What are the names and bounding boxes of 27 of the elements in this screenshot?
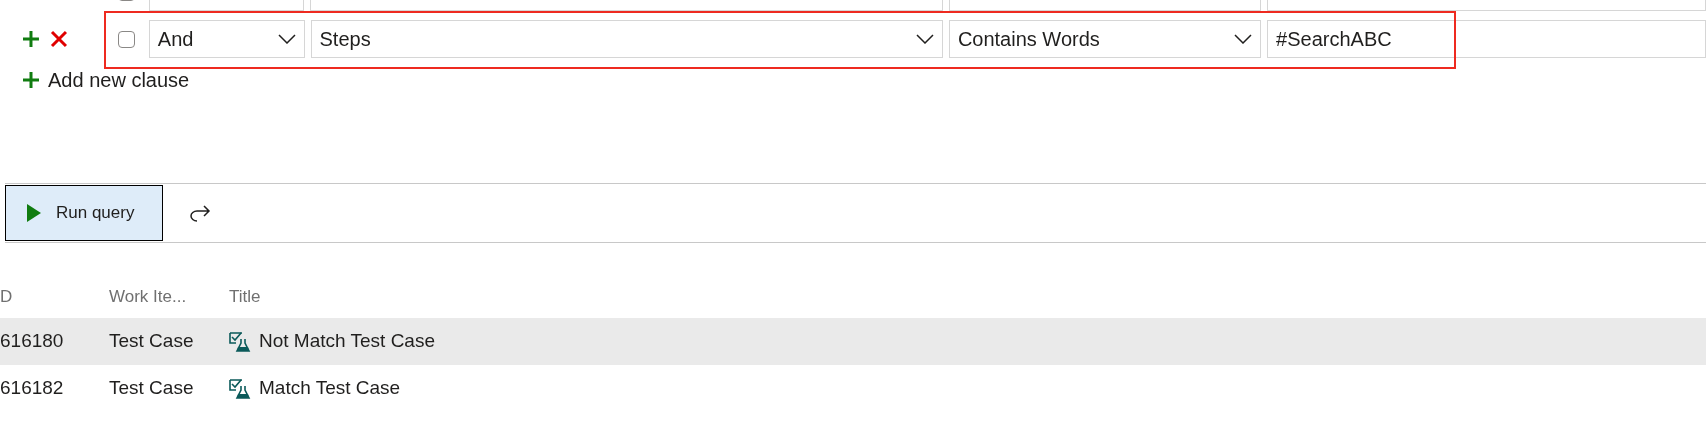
close-icon[interactable]	[49, 30, 68, 48]
table-cell-text: 616182	[0, 376, 65, 401]
chevron-down-icon	[277, 34, 296, 44]
operator-dropdown[interactable]: Contains Words	[948, 20, 1262, 58]
chevron-down-icon	[1234, 34, 1253, 44]
column-header[interactable]: Title	[229, 284, 629, 310]
run-query-button[interactable]: Run query	[5, 185, 163, 241]
play-icon	[26, 203, 42, 223]
checkbox[interactable]	[117, 30, 135, 48]
test-case-icon	[229, 377, 251, 400]
add-icon[interactable]	[22, 71, 40, 89]
field-dropdown[interactable]: Steps	[310, 20, 943, 58]
table-cell-text: Match Test Case	[259, 376, 401, 401]
table-cell-text: Not Match Test Case	[259, 329, 435, 354]
test-case-icon	[229, 330, 251, 353]
value-field[interactable]: #SearchABC	[1267, 20, 1706, 58]
chevron-down-icon	[915, 34, 934, 44]
table-cell-text: 616180	[0, 329, 65, 354]
column-header[interactable]: Work Ite...	[109, 284, 229, 310]
result-row[interactable]: 616180 Test Case Not Match Test Case	[0, 318, 1706, 365]
table-cell-text: Test Case	[109, 329, 195, 354]
table-cell-text: Test Case	[109, 376, 195, 401]
and-or-dropdown[interactable]: And	[148, 20, 305, 58]
column-header[interactable]: D	[0, 284, 109, 310]
add-clause-link[interactable]: Add new clause	[48, 70, 190, 90]
add-icon[interactable]	[22, 30, 40, 48]
redo-icon[interactable]	[188, 203, 212, 223]
